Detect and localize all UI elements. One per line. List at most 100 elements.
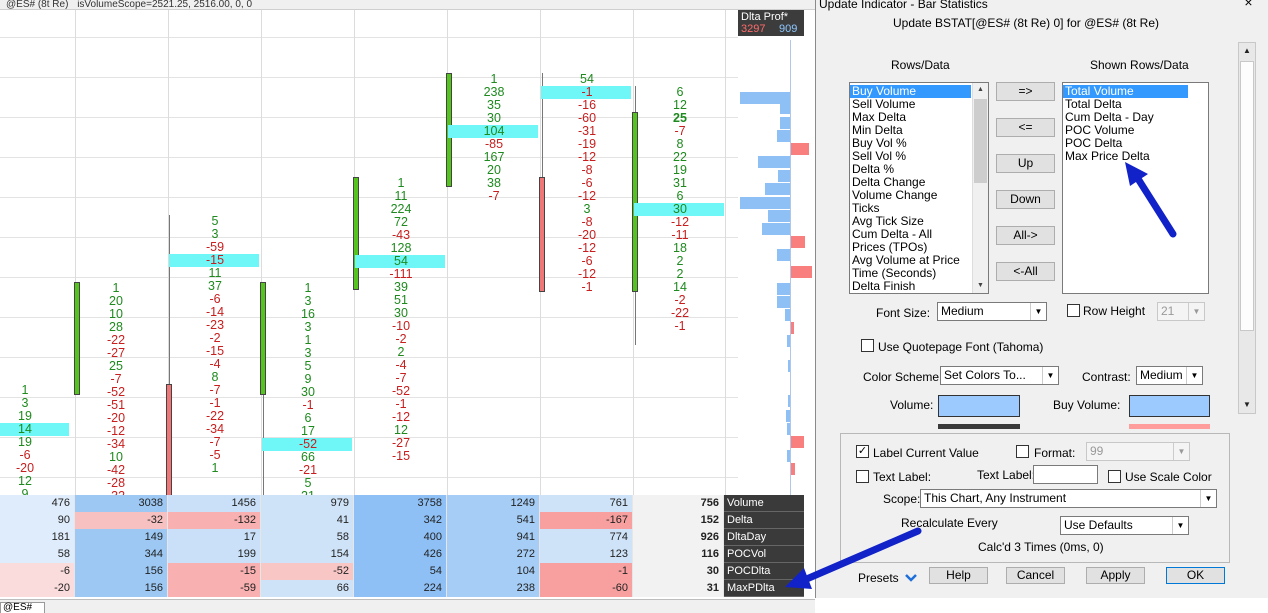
table-cell: -6 <box>0 563 75 580</box>
delta-profile-value-right: 909 <box>779 23 798 35</box>
scroll-up-icon[interactable]: ▲ <box>1239 43 1255 59</box>
move-down-button[interactable]: Down <box>996 190 1055 209</box>
format-checkbox[interactable] <box>1016 445 1029 458</box>
chevron-down-icon[interactable]: ▼ <box>1173 443 1189 460</box>
dialog-scrollbar[interactable]: ▲ ▼ <box>1238 42 1256 414</box>
available-row-item[interactable]: Delta Finish <box>850 280 971 293</box>
chevron-down-icon[interactable]: ▼ <box>1172 517 1188 534</box>
table-cell: -60 <box>540 580 633 597</box>
listbox-scroll-down-icon[interactable]: ▼ <box>973 279 988 293</box>
close-icon[interactable]: × <box>1228 0 1268 9</box>
apply-button[interactable]: Apply <box>1086 567 1145 584</box>
profile-bar <box>790 143 809 155</box>
shown-row-item[interactable]: Max Price Delta <box>1063 150 1188 163</box>
remove-all-button[interactable]: <-All <box>996 262 1055 281</box>
chevron-down-icon[interactable]: ▼ <box>1042 367 1058 384</box>
buy-volume-color-swatch[interactable] <box>1129 395 1210 417</box>
format-select[interactable]: 99 ▼ <box>1086 442 1190 461</box>
listbox-scroll-thumb[interactable] <box>974 99 987 183</box>
sell-volume-color-swatch[interactable] <box>938 424 1020 429</box>
presets-chevron-icon[interactable] <box>904 572 918 584</box>
presets-label[interactable]: Presets <box>858 571 899 585</box>
quotepage-font-checkbox[interactable] <box>861 339 874 352</box>
table-cell: 3038 <box>75 495 168 512</box>
contrast-select[interactable]: Medium ▼ <box>1136 366 1203 385</box>
update-indicator-dialog: Update Indicator - Bar Statistics × Upda… <box>815 0 1268 598</box>
table-cell: 926 <box>633 529 724 546</box>
sell-color-swatch[interactable] <box>1129 424 1210 429</box>
row-height-select[interactable]: 21 ▼ <box>1157 302 1205 321</box>
scope-label: Scope: <box>883 492 921 506</box>
chevron-down-icon[interactable]: ▼ <box>1030 303 1046 320</box>
table-cell: 774 <box>540 529 633 546</box>
profile-bar <box>780 102 790 114</box>
horizontal-scrollbar[interactable] <box>46 600 815 613</box>
color-scheme-value: Set Colors To... <box>944 368 1026 382</box>
profile-bar <box>768 210 790 222</box>
profile-bar <box>790 436 804 448</box>
scope-select[interactable]: This Chart, Any Instrument ▼ <box>920 489 1217 508</box>
table-cell: 342 <box>354 512 447 529</box>
ok-button[interactable]: OK <box>1166 567 1225 584</box>
table-cell: 31 <box>633 580 724 597</box>
chevron-down-icon[interactable]: ▼ <box>1188 303 1204 320</box>
volume-color-swatch[interactable] <box>938 395 1020 417</box>
text-label-checkbox[interactable] <box>856 470 869 483</box>
profile-bar <box>777 296 790 308</box>
shown-rows-data-label: Shown Rows/Data <box>1090 58 1189 72</box>
table-cell: 123 <box>540 546 633 563</box>
scope-value: This Chart, Any Instrument <box>924 491 1067 505</box>
use-scale-color-checkbox[interactable] <box>1108 470 1121 483</box>
footprint-cell: 1 <box>211 461 219 475</box>
chart-panel[interactable]: @ES# (8t Re) isVolumeScope=2521.25, 2516… <box>0 0 815 613</box>
footprint-cell: -1 <box>674 319 686 333</box>
text-label-checkbox-label: Text Label: <box>873 470 932 484</box>
table-cell: 756 <box>633 495 724 512</box>
table-row-label: Volume <box>724 495 804 512</box>
delta-profile-header: Dlta Prof* 3297 909 <box>738 10 804 36</box>
listbox-scroll-up-icon[interactable]: ▲ <box>973 83 988 97</box>
scroll-thumb[interactable] <box>1240 61 1254 331</box>
profile-bar <box>780 117 790 129</box>
table-cell: 104 <box>447 563 540 580</box>
grid-line <box>0 37 738 38</box>
cancel-button[interactable]: Cancel <box>1006 567 1065 584</box>
help-button[interactable]: Help <box>929 567 988 584</box>
add-all-button[interactable]: All-> <box>996 226 1055 245</box>
symbol-input[interactable]: @ES# <box>0 602 45 613</box>
remove-row-button[interactable]: <= <box>996 118 1055 137</box>
table-cell: -52 <box>261 563 354 580</box>
color-scheme-select[interactable]: Set Colors To... ▼ <box>940 366 1059 385</box>
shown-rows-listbox[interactable]: Total Volume Total Delta Cum Delta - Day PO… <box>1062 82 1209 294</box>
format-value: 99 <box>1090 444 1104 458</box>
table-cell: 1456 <box>168 495 261 512</box>
add-row-button[interactable]: => <box>996 82 1055 101</box>
rows-data-label: Rows/Data <box>891 58 950 72</box>
move-up-button[interactable]: Up <box>996 154 1055 173</box>
table-cell: -1 <box>540 563 633 580</box>
listbox-scrollbar[interactable]: ▲ ▼ <box>972 83 988 293</box>
chevron-down-icon[interactable]: ▼ <box>1186 367 1202 384</box>
table-row: 58 344 199 154 426 272 123 116 POCVol <box>0 546 815 563</box>
color-scheme-label: Color Scheme: <box>863 370 943 384</box>
profile-bar <box>758 156 790 168</box>
recalculate-select[interactable]: Use Defaults ▼ <box>1060 516 1189 535</box>
chart-title-bar: @ES# (8t Re) isVolumeScope=2521.25, 2516… <box>0 0 815 10</box>
scroll-down-icon[interactable]: ▼ <box>1239 397 1255 413</box>
footprint-cell: -20 <box>15 461 35 475</box>
row-height-checkbox[interactable] <box>1067 304 1080 317</box>
bar-statistics-table: 476 3038 1456 979 3758 1249 761 756 Volume 90 -32-… <box>0 495 815 599</box>
quotepage-font-label: Use Quotepage Font (Tahoma) <box>878 340 1044 354</box>
chevron-down-icon[interactable]: ▼ <box>1200 490 1216 507</box>
available-rows-listbox[interactable]: Buy Volume Sell Volume Max Delta Min Delta B… <box>849 82 989 294</box>
table-cell: 238 <box>447 580 540 597</box>
font-size-select[interactable]: Medium ▼ <box>937 302 1047 321</box>
footprint-cell: -7 <box>488 189 500 203</box>
text-label-input[interactable] <box>1033 465 1098 484</box>
table-cell: -167 <box>540 512 633 529</box>
label-current-value-checkbox[interactable]: ✓ <box>856 445 869 458</box>
recalculate-value: Use Defaults <box>1064 518 1133 532</box>
table-cell: 54 <box>354 563 447 580</box>
row-height-value: 21 <box>1161 304 1175 318</box>
table-row: -6 156 -15 -52 54 104 -1 30 POCDlta <box>0 563 815 580</box>
